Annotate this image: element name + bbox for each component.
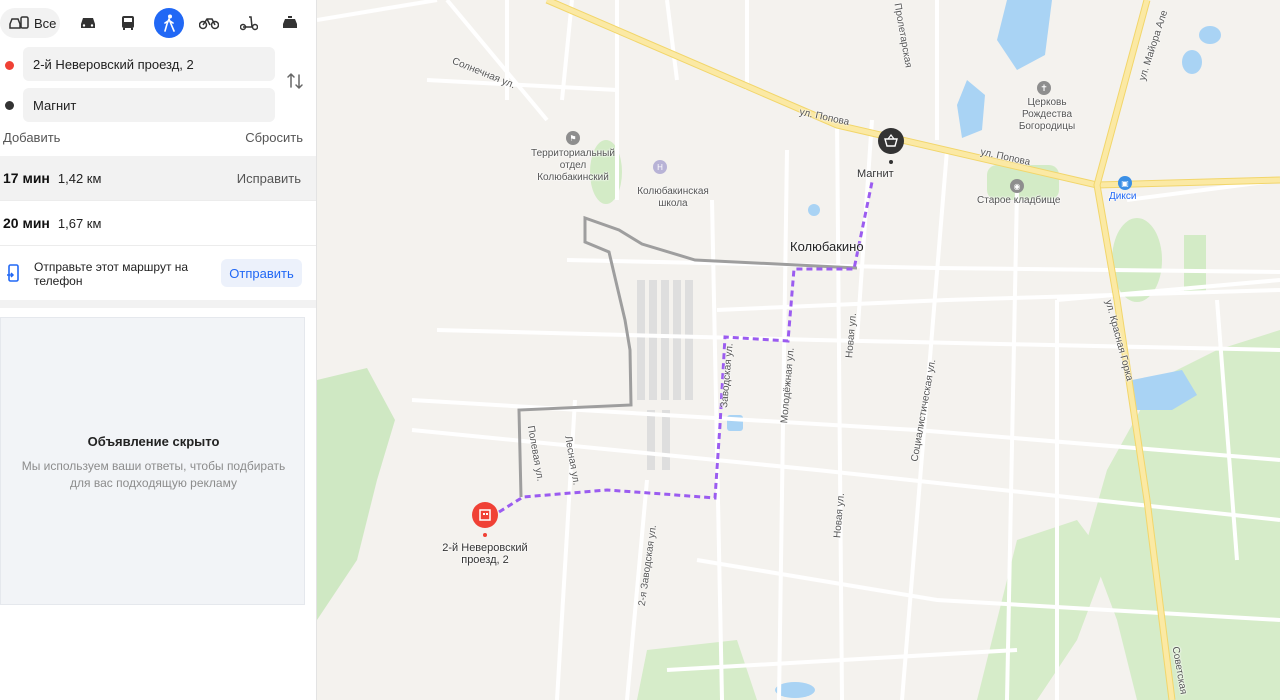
route-panel: Все 2-й Неверовский проезд, 2 Магнит Доб… [0, 0, 317, 700]
territorial-office-label: Территориальный отдел Колюбакинский [531, 148, 615, 183]
route-from-value: 2-й Неверовский проезд, 2 [33, 56, 194, 72]
reset-link[interactable]: Сбросить [245, 130, 303, 145]
ad-subtitle: Мы используем ваши ответы, чтобы подбира… [21, 459, 286, 490]
end-marker[interactable] [878, 128, 904, 164]
send-button[interactable]: Отправить [221, 259, 302, 287]
route-actions: Добавить Сбросить [3, 130, 303, 145]
route-from-field[interactable]: 2-й Неверовский проезд, 2 [23, 47, 275, 81]
route-option-distance: 1,67 км [57, 215, 102, 231]
mode-bicycle-button[interactable] [194, 8, 224, 38]
field-area [1184, 235, 1206, 293]
cemetery-icon[interactable]: ◉ [1010, 179, 1024, 193]
mode-all-button[interactable]: Все [0, 8, 60, 38]
send-to-phone: Отправьте этот маршрут на телефон Отправ… [0, 250, 316, 298]
shop-icon[interactable]: ▣ [1118, 176, 1132, 190]
route-to-value: Магнит [33, 97, 77, 113]
church-label: Церковь Рождества Богородицы [1018, 97, 1076, 132]
bicycle-icon [199, 18, 219, 30]
mode-all-label: Все [34, 15, 57, 31]
pond [1182, 50, 1202, 74]
taxi-icon [283, 16, 297, 28]
pond [1199, 26, 1221, 44]
main-road-popova [545, 0, 1280, 189]
route-option-distance: 1,42 км [57, 170, 102, 186]
end-point-dot [5, 101, 14, 110]
church-icon[interactable]: ✝ [1037, 81, 1051, 95]
cemetery-label: Старое кладбище [977, 195, 1061, 206]
divider [0, 300, 316, 308]
industrial-block [637, 280, 693, 470]
map-layer [317, 0, 1280, 700]
fix-route-link[interactable]: Исправить [237, 171, 301, 186]
school-icon[interactable]: H [653, 160, 667, 174]
mode-taxi-button[interactable] [275, 8, 305, 38]
main-road-popova [546, 0, 1280, 188]
start-marker[interactable] [472, 502, 498, 537]
mode-pedestrian-button[interactable] [154, 8, 184, 38]
start-point-dot [5, 61, 14, 70]
ad-placeholder: Объявление скрыто Мы используем ваши отв… [0, 317, 305, 605]
pedestrian-icon [164, 14, 175, 32]
start-label: 2-й Неверовский проезд, 2 [442, 542, 528, 566]
magnit-label: Магнит [857, 168, 894, 180]
dixy-label: Дикси [1109, 191, 1137, 202]
map-canvas[interactable]: ⚑ ✝ ◉ ▣ H Колюбакино Магнит 2-й Неверовс… [317, 0, 1280, 700]
route-to-field[interactable]: Магнит [23, 88, 275, 122]
bus-icon [122, 16, 134, 30]
scooter-icon [240, 16, 258, 31]
route-option-1[interactable]: 17 мин 1,42 км Исправить [0, 156, 316, 200]
route-option-time: 17 мин [3, 170, 50, 186]
forest-area [317, 368, 395, 620]
send-to-phone-text: Отправьте этот маршрут на телефон [34, 260, 189, 288]
lake [997, 0, 1052, 70]
route-option-time: 20 мин [3, 215, 50, 231]
divider [0, 245, 316, 246]
government-icon[interactable]: ⚑ [566, 131, 580, 145]
mode-scooter-button[interactable] [234, 8, 264, 38]
transport-modes: Все [0, 6, 317, 38]
route-option-2[interactable]: 20 мин 1,67 км [0, 201, 316, 245]
car-bus-icon [9, 16, 29, 29]
phone-icon [7, 264, 19, 282]
pond [808, 204, 820, 216]
car-icon [81, 18, 95, 28]
mode-car-button[interactable] [73, 8, 103, 38]
school-label: Колюбакинская школа [637, 186, 709, 209]
add-point-link[interactable]: Добавить [3, 130, 60, 145]
village-label: Колюбакино [790, 239, 864, 254]
mode-transit-button[interactable] [113, 8, 143, 38]
swap-icon[interactable] [286, 72, 304, 90]
ad-title: Объявление скрыто [87, 434, 220, 449]
lake [957, 80, 985, 138]
